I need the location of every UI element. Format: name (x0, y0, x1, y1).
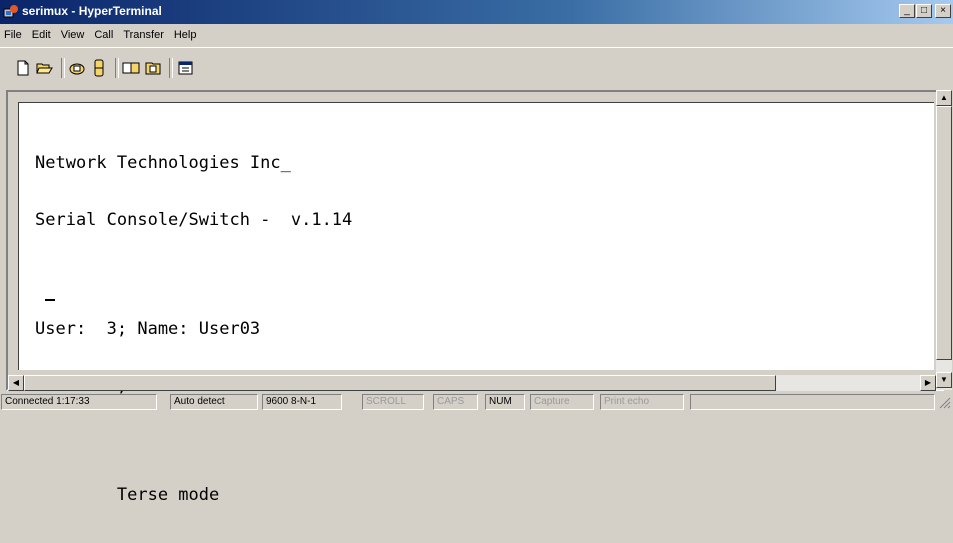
resize-grip-icon[interactable] (939, 397, 951, 409)
receive-icon (145, 62, 161, 75)
status-empty (690, 394, 935, 410)
maximize-button[interactable]: □ (916, 4, 932, 18)
new-document-icon (17, 60, 29, 76)
minimize-button[interactable]: _ (899, 4, 915, 18)
title-bar[interactable]: serimux - HyperTerminal _ □ × (0, 0, 953, 24)
vertical-scroll-thumb[interactable] (936, 106, 952, 360)
send-icon (122, 62, 140, 74)
status-detect: Auto detect (170, 394, 258, 410)
scroll-up-button[interactable]: ▲ (936, 90, 952, 106)
arrow-right-icon: ▶ (924, 378, 932, 387)
terminal-line: Network Technologies Inc_ (35, 153, 291, 173)
status-print-echo: Print echo (600, 394, 684, 410)
new-button[interactable] (12, 57, 34, 79)
menu-help[interactable]: Help (169, 29, 202, 41)
menu-bar: File Edit View Call Transfer Help (0, 25, 953, 44)
window-title: serimux - HyperTerminal (22, 4, 162, 18)
terminal-frame: Network Technologies Inc_ Serial Console… (6, 90, 944, 505)
arrow-up-icon: ▲ (940, 93, 948, 102)
open-button[interactable] (34, 57, 56, 79)
maximize-icon: □ (920, 5, 928, 16)
status-settings: 9600 8-N-1 (262, 394, 342, 410)
status-bar: Connected 1:17:33 Auto detect 9600 8-N-1… (0, 393, 953, 411)
receive-button[interactable] (142, 57, 164, 79)
properties-icon (178, 61, 193, 75)
status-caps: CAPS (433, 394, 478, 410)
disconnect-button[interactable] (88, 57, 110, 79)
terminal-line: Serial Console/Switch - v.1.14 (35, 210, 353, 230)
open-folder-icon (36, 63, 53, 74)
properties-button[interactable] (175, 57, 197, 79)
menu-file[interactable]: File (0, 29, 27, 41)
close-icon: × (940, 5, 946, 16)
scroll-left-button[interactable]: ◀ (8, 375, 24, 391)
terminal-line: Terse mode (35, 485, 220, 505)
hyperterminal-app-icon[interactable] (3, 4, 19, 20)
call-button[interactable] (66, 57, 88, 79)
toolbar (0, 47, 953, 88)
menu-edit[interactable]: Edit (27, 29, 56, 41)
menu-transfer[interactable]: Transfer (118, 29, 169, 41)
vertical-scrollbar[interactable]: ▲ ▼ (936, 90, 952, 390)
terminal-output: Network Technologies Inc_ Serial Console… (35, 116, 352, 543)
hyperterminal-window: serimux - HyperTerminal _ □ × File Edit … (0, 0, 953, 505)
menu-view[interactable]: View (56, 29, 90, 41)
arrow-left-icon: ◀ (12, 378, 20, 387)
terminal-screen[interactable]: Network Technologies Inc_ Serial Console… (18, 102, 934, 505)
status-num: NUM (485, 394, 525, 410)
toolbar-separator (169, 58, 173, 78)
status-connected: Connected 1:17:33 (1, 394, 157, 410)
arrow-down-icon: ▼ (940, 375, 948, 384)
send-button[interactable] (120, 57, 142, 79)
minimize-icon: _ (904, 5, 910, 16)
horizontal-scrollbar[interactable]: ◀ ▶ (8, 375, 936, 391)
toolbar-separator (115, 58, 119, 78)
close-button[interactable]: × (935, 4, 951, 18)
status-capture: Capture (530, 394, 594, 410)
status-scroll: SCROLL (362, 394, 424, 410)
terminal-cursor (45, 299, 55, 301)
call-icon (69, 63, 85, 75)
scroll-right-button[interactable]: ▶ (920, 375, 936, 391)
terminal-line: User: 3; Name: User03 (35, 319, 261, 339)
menu-call[interactable]: Call (89, 29, 118, 41)
scroll-down-button[interactable]: ▼ (936, 372, 952, 388)
toolbar-separator (61, 58, 65, 78)
horizontal-scroll-thumb[interactable] (24, 375, 776, 391)
disconnect-icon (94, 59, 104, 77)
